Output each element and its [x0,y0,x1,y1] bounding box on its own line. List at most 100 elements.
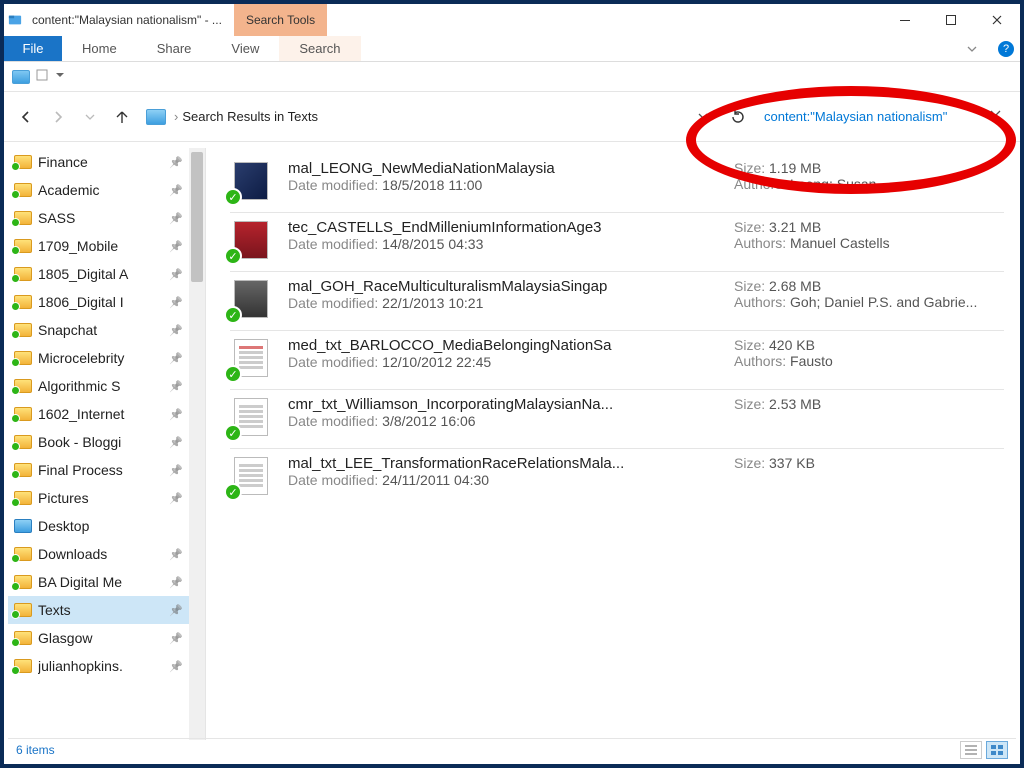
window-title: content:"Malaysian nationalism" - ... [26,4,228,36]
close-button[interactable] [974,4,1020,36]
folder-icon [14,547,32,561]
file-size: Size: 420 KB [734,337,1004,353]
pin-icon: 📌 [169,296,183,309]
folder-icon [14,491,32,505]
search-query-text[interactable]: content:"Malaysian nationalism" [764,109,990,124]
new-folder-icon[interactable] [12,70,30,84]
folder-icon [14,295,32,309]
qat-dropdown-icon[interactable] [54,69,66,84]
folder-icon [14,631,32,645]
folder-icon [14,239,32,253]
sync-ok-icon: ✓ [224,306,242,324]
help-button[interactable]: ? [992,36,1020,61]
sidebar-item-label: Downloads [38,546,163,562]
date-modified: Date modified: 22/1/2013 10:21 [288,295,718,311]
share-tab[interactable]: Share [137,36,212,61]
sidebar-item[interactable]: Downloads📌 [8,540,189,568]
address-bar[interactable]: › Search Results in Texts [142,102,718,132]
pin-icon: 📌 [169,576,183,589]
date-modified: Date modified: 14/8/2015 04:33 [288,236,718,252]
sidebar-item[interactable]: BA Digital Me 📌 [8,568,189,596]
sidebar-item[interactable]: Algorithmic S📌 [8,372,189,400]
pin-icon: 📌 [169,268,183,281]
sidebar-item[interactable]: 1805_Digital A📌 [8,260,189,288]
sidebar-item[interactable]: Texts📌 [8,596,189,624]
sidebar-item[interactable]: SASS 📌 [8,204,189,232]
sidebar-item[interactable]: Desktop [8,512,189,540]
file-name: tec_CASTELLS_EndMilleniumInformationAge3 [288,219,718,236]
result-row[interactable]: ✓cmr_txt_Williamson_IncorporatingMalaysi… [230,390,1004,449]
file-thumbnail: ✓ [230,396,272,438]
file-authors: Authors: Fausto [734,353,1004,369]
search-tab[interactable]: Search [279,36,360,61]
folder-icon [14,463,32,477]
home-tab[interactable]: Home [62,36,137,61]
ribbon-collapse-icon[interactable] [952,36,992,61]
sidebar-item[interactable]: Finance📌 [8,148,189,176]
location-folder-icon [146,109,166,125]
forward-button[interactable] [46,105,70,129]
sidebar-item-label: SASS [38,210,163,226]
sidebar-item[interactable]: Microcelebrity📌 [8,344,189,372]
sidebar-item[interactable]: Glasgow📌 [8,624,189,652]
clear-search-icon[interactable] [990,109,1004,124]
pin-icon: 📌 [169,464,183,477]
up-button[interactable] [110,105,134,129]
date-modified: Date modified: 12/10/2012 22:45 [288,354,718,370]
search-box[interactable]: content:"Malaysian nationalism" [758,102,1010,132]
ribbon: File Home Share View Search ? [4,36,1020,62]
file-name: mal_txt_LEE_TransformationRaceRelationsM… [288,455,718,472]
breadcrumb-separator-icon: › [170,109,182,124]
pin-icon: 📌 [169,324,183,337]
sidebar-item[interactable]: Snapchat📌 [8,316,189,344]
sidebar-item[interactable]: julianhopkins.📌 [8,652,189,680]
sidebar-item-label: 1806_Digital I [38,294,163,310]
sync-ok-icon: ✓ [224,483,242,501]
minimize-button[interactable] [882,4,928,36]
pin-icon: 📌 [169,436,183,449]
result-row[interactable]: ✓tec_CASTELLS_EndMilleniumInformationAge… [230,213,1004,272]
maximize-button[interactable] [928,4,974,36]
address-dropdown-icon[interactable] [692,109,714,124]
result-row[interactable]: ✓med_txt_BARLOCCO_MediaBelongingNationSa… [230,331,1004,390]
sidebar-item[interactable]: Final Process 📌 [8,456,189,484]
file-size: Size: 1.19 MB [734,160,1004,176]
file-name: mal_LEONG_NewMediaNationMalaysia [288,160,718,177]
back-button[interactable] [14,105,38,129]
sidebar-item[interactable]: 1806_Digital I 📌 [8,288,189,316]
folder-icon [14,435,32,449]
pin-icon: 📌 [169,212,183,225]
search-tools-tab-header[interactable]: Search Tools [234,4,327,36]
sync-ok-icon: ✓ [224,424,242,442]
result-row[interactable]: ✓mal_GOH_RaceMulticulturalismMalaysiaSin… [230,272,1004,331]
details-view-button[interactable] [960,741,982,759]
sidebar-scrollbar-thumb[interactable] [191,152,203,282]
folder-icon [14,575,32,589]
sidebar-item[interactable]: Academic📌 [8,176,189,204]
recent-locations-dropdown[interactable] [78,105,102,129]
navigation-pane: Finance📌Academic📌 SASS 📌 1709_Mobile📌1805_D… [8,148,206,740]
file-tab[interactable]: File [4,36,62,61]
sidebar-item[interactable]: Pictures📌 [8,484,189,512]
result-row[interactable]: ✓mal_LEONG_NewMediaNationMalaysiaDate mo… [230,154,1004,213]
breadcrumb-current[interactable]: Search Results in Texts [182,109,318,124]
results-list: ✓ mal_LEONG_NewMediaNationMalaysia Date mo… [206,148,1016,740]
sidebar-item-label: Algorithmic S [38,378,163,394]
sidebar-item-label: BA Digital Me [38,574,163,590]
sidebar-item[interactable]: 1602_Internet📌 [8,400,189,428]
sidebar-item-label: Final Process [38,462,163,478]
content-view-button[interactable] [986,741,1008,759]
result-row[interactable]: ✓ mal_txt_LEE_TransformationRaceRelations… [230,449,1004,507]
view-tab[interactable]: View [211,36,279,61]
file-thumbnail: ✓ [230,337,272,379]
qat-item-icon[interactable] [36,69,48,84]
file-thumbnail: ✓ [230,455,272,497]
file-size: Size: 2.53 MB [734,396,1004,412]
date-modified: Date modified: 3/8/2012 16:06 [288,413,718,429]
sidebar-item[interactable]: Book - Bloggi📌 [8,428,189,456]
file-size: Size: 3.21 MB [734,219,1004,235]
sidebar-item[interactable]: 1709_Mobile📌 [8,232,189,260]
refresh-button[interactable] [726,105,750,129]
item-count: 6 items [16,743,55,757]
address-bar-row: › Search Results in Texts content:"Malay… [4,92,1020,142]
